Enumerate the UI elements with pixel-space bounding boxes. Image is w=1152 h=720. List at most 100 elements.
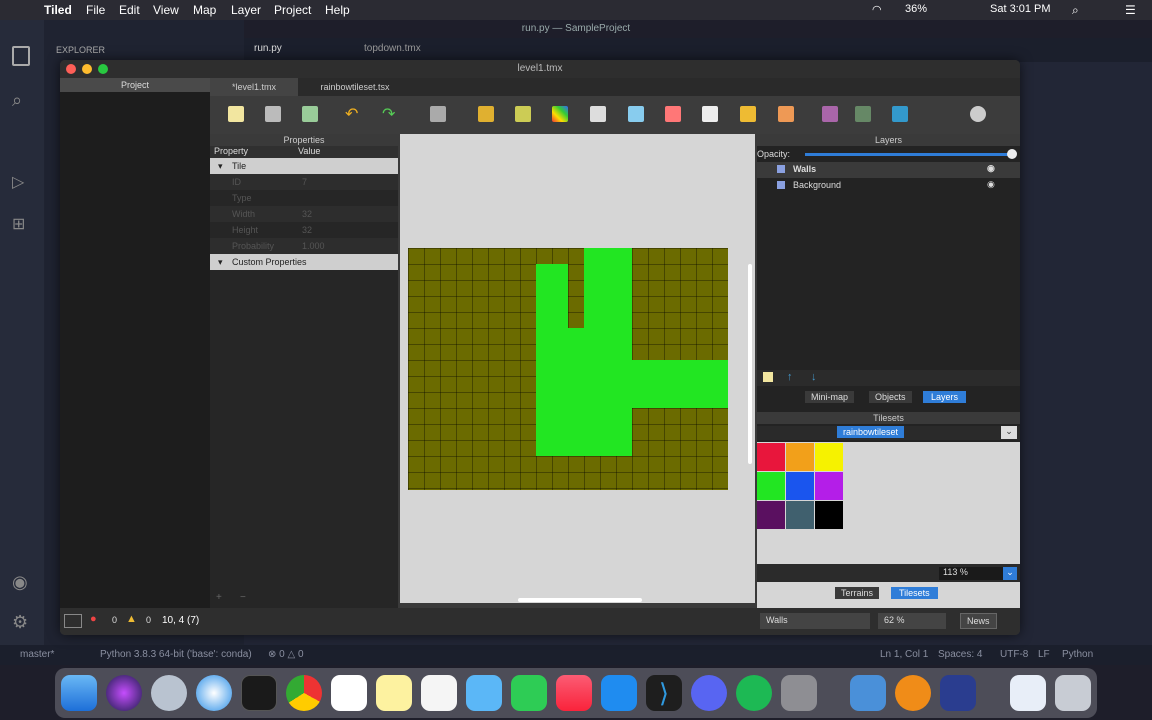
tab-topdown-tmx[interactable]: topdown.tmx [364,43,421,54]
save-icon[interactable] [265,106,281,122]
battery-percent[interactable]: 36% [905,3,927,15]
add-property-icon[interactable]: + [216,592,222,603]
launchpad-icon[interactable] [151,675,187,711]
spotify-icon[interactable] [736,675,772,711]
redo-icon[interactable]: ↷ [382,104,398,123]
cursor-position[interactable]: Ln 1, Col 1 [880,649,928,660]
tile-red[interactable] [757,443,785,471]
notes-icon[interactable] [376,675,412,711]
books-icon[interactable] [895,675,931,711]
opacity-slider[interactable] [805,153,1013,156]
tab-rainbowtileset[interactable]: rainbowtileset.tsx [300,78,410,96]
export-icon[interactable] [302,106,318,122]
visibility-eye-icon[interactable]: ◉ [987,179,995,190]
tileset-menu-chevron-icon[interactable]: ⌄ [1001,426,1017,439]
bucket-fill-icon[interactable] [590,106,606,122]
map-zoom-selector[interactable]: 62 % [878,613,946,629]
app-store-icon[interactable] [601,675,637,711]
layer-selector[interactable]: Walls [760,613,870,629]
new-file-icon[interactable] [228,106,244,122]
vscode-icon[interactable]: ⟩ [646,675,682,711]
vertical-scrollbar[interactable] [748,264,752,464]
menu-layer[interactable]: Layer [231,3,261,17]
zoom-window-button[interactable] [98,64,108,74]
wall-tiles[interactable] [536,328,632,456]
debug-icon[interactable]: ▷ [12,172,24,192]
tile-orange[interactable] [786,443,814,471]
terrain-icon[interactable] [478,106,494,122]
menu-help[interactable]: Help [325,3,350,17]
tile-blue[interactable] [786,472,814,500]
wifi-icon[interactable]: ◠ [872,3,882,16]
tab-terrains[interactable]: Terrains [835,587,880,599]
stamp-icon[interactable] [430,106,446,122]
rect-select-icon[interactable] [702,106,718,122]
trash-icon[interactable] [1055,675,1091,711]
random-icon[interactable] [515,106,531,122]
wall-tiles[interactable] [632,360,728,408]
tile-black[interactable] [815,501,843,529]
prop-probability[interactable]: Probability 1.000 [210,238,398,254]
group-custom-properties[interactable]: ▾ Custom Properties [210,254,398,270]
tab-minimap[interactable]: Mini-map [805,391,855,403]
tab-objects[interactable]: Objects [869,391,912,403]
raise-layer-icon[interactable]: ↑ [787,371,793,383]
horizontal-scrollbar[interactable] [518,598,642,602]
safari-icon[interactable] [196,675,232,711]
menu-view[interactable]: View [153,3,179,17]
chain-icon[interactable] [970,106,986,122]
select-same-icon[interactable] [778,106,794,122]
wall-tiles[interactable] [536,264,568,328]
tab-run-py[interactable]: run.py [254,43,282,54]
tile-purple[interactable] [815,472,843,500]
wall-tiles[interactable] [584,248,632,328]
siri-icon[interactable] [106,675,142,711]
system-preferences-icon[interactable] [781,675,817,711]
tab-layers[interactable]: Layers [923,391,967,403]
magic-wand-icon[interactable] [740,106,756,122]
edit-polygon-icon[interactable] [855,106,871,122]
menu-map[interactable]: Map [193,3,216,17]
prop-id[interactable]: ID 7 [210,174,398,190]
object-select-icon[interactable] [822,106,838,122]
tile-slate[interactable] [786,501,814,529]
encoding[interactable]: UTF-8 [1000,649,1028,660]
terminal-icon[interactable] [241,675,277,711]
minimize-window-button[interactable] [82,64,92,74]
reminders-icon[interactable] [421,675,457,711]
indent-setting[interactable]: Spaces: 4 [938,649,982,660]
image-capture-icon[interactable] [850,675,886,711]
python-interpreter[interactable]: Python 3.8.3 64-bit ('base': conda) [100,649,252,660]
tab-rainbowtileset[interactable]: rainbowtileset [837,426,905,438]
tile-green[interactable] [757,472,785,500]
menu-edit[interactable]: Edit [119,3,140,17]
group-tile[interactable]: ▾ Tile [210,158,398,174]
menu-app-name[interactable]: Tiled [44,3,72,17]
map-canvas[interactable] [400,134,755,603]
tab-level1[interactable]: *level1.tmx [210,78,298,96]
menubar-clock[interactable]: Sat 3:01 PM [990,3,1051,15]
spotlight-icon[interactable]: ⌕ [1072,3,1079,18]
search-icon[interactable]: ⌕ [12,90,22,111]
prop-width[interactable]: Width 32 [210,206,398,222]
tileset-zoom[interactable]: 113 % [939,567,1003,580]
line-ending[interactable]: LF [1038,649,1050,660]
control-center-icon[interactable]: ☰ [1125,3,1136,17]
news-button[interactable]: News [960,613,997,629]
finder-icon[interactable] [61,675,97,711]
settings-gear-icon[interactable]: ⚙ [12,612,28,633]
files-icon[interactable] [12,46,30,66]
music-icon[interactable] [556,675,592,711]
console-toggle-icon[interactable] [64,614,82,628]
visibility-eye-icon[interactable]: ◉ [987,163,995,174]
calendar-icon[interactable] [331,675,367,711]
close-window-button[interactable] [66,64,76,74]
tiled-app-icon[interactable] [940,675,976,711]
facetime-icon[interactable] [511,675,547,711]
git-branch[interactable]: master* [20,649,54,660]
remove-property-icon[interactable]: − [240,592,246,603]
warning-icon[interactable]: ▲ [126,613,137,625]
eraser-icon[interactable] [665,106,681,122]
menu-file[interactable]: File [86,3,105,17]
prop-type[interactable]: Type [210,190,398,206]
